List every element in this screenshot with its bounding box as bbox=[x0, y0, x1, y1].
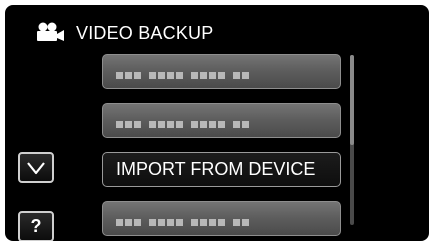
menu-item-2[interactable] bbox=[102, 103, 341, 138]
menu-item-4[interactable] bbox=[102, 201, 341, 236]
scroll-down-button[interactable] bbox=[18, 152, 54, 183]
help-icon: ? bbox=[30, 216, 42, 236]
menu-item-label: IMPORT FROM DEVICE bbox=[116, 159, 316, 179]
import-from-device-button[interactable]: IMPORT FROM DEVICE bbox=[102, 152, 341, 187]
scroll-thumb[interactable] bbox=[350, 55, 354, 145]
help-button[interactable]: ? bbox=[18, 211, 54, 241]
header: VIDEO BACKUP bbox=[5, 5, 429, 47]
obscured-label bbox=[116, 68, 256, 79]
chevron-down-icon bbox=[27, 162, 45, 175]
scrollbar[interactable] bbox=[350, 55, 354, 225]
video-camera-icon bbox=[35, 22, 65, 42]
page-title: VIDEO BACKUP bbox=[76, 23, 214, 43]
obscured-label bbox=[116, 117, 256, 128]
obscured-label bbox=[116, 215, 256, 226]
menu-item-1[interactable] bbox=[102, 54, 341, 89]
camera-screen: VIDEO BACKUP IMPORT FROM DEVICE ? bbox=[5, 5, 429, 241]
